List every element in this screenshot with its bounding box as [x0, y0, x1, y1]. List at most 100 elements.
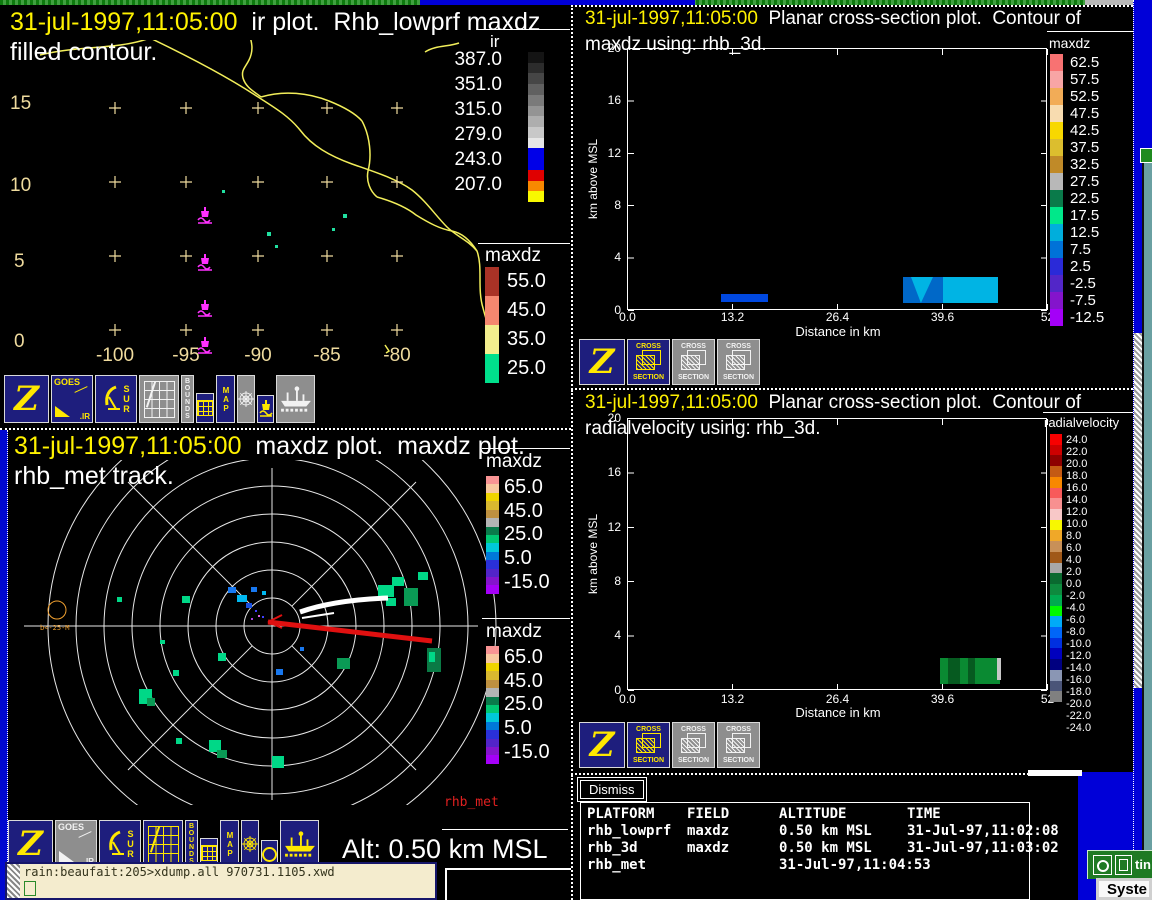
tick-label: 55.0 — [507, 267, 567, 296]
surveillance-radar-button[interactable]: SUR — [99, 820, 141, 868]
surveillance-radar-button[interactable]: SUR — [95, 375, 137, 423]
terminal-scrollbar[interactable] — [7, 864, 20, 898]
buoy-markers — [198, 207, 212, 353]
radar-grid-button[interactable] — [143, 820, 183, 868]
tick-label: 22.0 — [1066, 446, 1126, 458]
map-button[interactable]: MAP — [216, 375, 235, 423]
buoy-button[interactable] — [257, 395, 274, 423]
tick-label: 8 — [589, 179, 621, 231]
colorbar-segment — [1050, 584, 1062, 595]
terminal-command-line: rain:beaufait:205>xdump.all 970731.1105.… — [24, 865, 335, 879]
tick-label: 13.2 — [680, 692, 785, 706]
zebra-logo-button[interactable]: Z — [579, 722, 625, 768]
signal-ray-icon — [74, 386, 87, 393]
ship-button[interactable] — [280, 820, 319, 868]
buoy-icon — [259, 399, 273, 419]
timestamp: 31-jul-1997,11:05:00 — [14, 432, 242, 460]
colorbar-segment — [1050, 606, 1062, 617]
system-window[interactable]: Syste — [1096, 878, 1152, 900]
tick-label: -10.0 — [1066, 638, 1126, 650]
section-label: SECTION — [723, 374, 754, 381]
colorbar-segment — [486, 493, 499, 501]
cross-section-button[interactable]: CROSSSECTION — [717, 722, 760, 768]
panel-title: 31-jul-1997,11:05:00 maxdz plot. maxdz p… — [14, 432, 525, 461]
colorbar-segment — [1050, 648, 1062, 659]
colorbar-segment — [485, 354, 499, 383]
cube-icon — [726, 738, 745, 753]
dismiss-button[interactable]: Dismiss — [580, 780, 644, 799]
signal-ray-icon — [78, 831, 91, 838]
xterm-window[interactable]: rain:beaufait:205>xdump.all 970731.1105.… — [5, 862, 437, 900]
goes-label: GOES — [54, 377, 80, 387]
system-window-title: Syste — [1107, 881, 1147, 898]
colorbar-segment — [1050, 573, 1062, 584]
tick-label: 65.0 — [504, 646, 568, 670]
goes-ir-button[interactable]: GOES .IR — [51, 375, 93, 423]
zebra-logo-button[interactable]: Z — [8, 820, 53, 868]
tick-label: 279.0 — [446, 122, 502, 147]
storm-cells — [117, 572, 441, 768]
bounds-button[interactable]: BOUNDS — [185, 820, 198, 868]
panel-title-line2: filled contour. — [10, 38, 157, 67]
cross-section-button[interactable]: CROSSSECTION — [717, 339, 760, 385]
colorbar-segment — [1050, 638, 1062, 649]
tick-label: -24.0 — [1066, 722, 1126, 734]
colorbar-segment — [1050, 616, 1062, 627]
cross-section-button[interactable]: CROSSSECTION — [672, 339, 715, 385]
radar-rings-button[interactable] — [241, 820, 259, 868]
maxdz-colorbar-2-ticks: 65.045.025.05.0-15.0 — [504, 646, 568, 764]
ir-sublabel: .IR — [80, 412, 90, 421]
radar-rings-button[interactable] — [237, 375, 255, 423]
scan-wedge-inner — [302, 613, 334, 618]
maxdz-colorbar — [1050, 54, 1063, 326]
colorbar-segment — [1050, 207, 1063, 224]
colorbar-segment — [1050, 466, 1062, 477]
range-rings — [24, 460, 496, 805]
colorbar-segment — [486, 501, 499, 509]
window-menu-button[interactable] — [1093, 855, 1112, 875]
white-strip — [1028, 770, 1082, 776]
tick-label: -7.5 — [1070, 292, 1130, 309]
tick-label: 52.5 — [1070, 88, 1130, 105]
goes-ir-button[interactable]: GOES .IR — [55, 820, 97, 868]
cross-section-button-active[interactable]: CROSSSECTION — [627, 339, 670, 385]
zebra-logo-button[interactable]: Z — [4, 375, 49, 423]
colorbar-segment — [486, 543, 499, 551]
map-button[interactable]: MAP — [220, 820, 239, 868]
maxdz-colorbar-label: maxdz — [485, 245, 541, 267]
radialvelocity-colorbar-ticks: 24.022.020.018.016.014.012.010.08.06.04.… — [1066, 434, 1126, 702]
zebra-desktop: 31-jul-1997,11:05:00 ir plot. Rhb_lowprf… — [0, 0, 1152, 900]
tick-label: 4 — [589, 231, 621, 283]
cross-section-button-active[interactable]: CROSSSECTION — [627, 722, 670, 768]
tick-label: 2.0 — [1066, 566, 1126, 578]
panel-title: 31-jul-1997,11:05:00 Planar cross-sectio… — [585, 392, 1081, 414]
colorbar-segment — [486, 569, 499, 577]
tick-label: 26.4 — [785, 310, 890, 324]
ship-button[interactable] — [276, 375, 315, 423]
tin-window-titlebar[interactable]: tin — [1087, 850, 1152, 879]
lat-tick: 15 — [10, 93, 31, 115]
green-window-button[interactable] — [1140, 148, 1152, 163]
map-label: MAP — [222, 386, 230, 413]
colorbar-segment — [1050, 122, 1063, 139]
colorbar-segment — [528, 95, 544, 106]
section-label: SECTION — [633, 374, 664, 381]
window-iconify-button[interactable] — [1115, 855, 1132, 875]
cross-section-button[interactable]: CROSSSECTION — [672, 722, 715, 768]
tick-label: 16 — [589, 74, 621, 126]
radar-grid-button[interactable] — [139, 375, 179, 423]
zebra-logo-button[interactable]: Z — [579, 339, 625, 385]
col-altitude: ALTITUDE — [779, 806, 907, 823]
radar-dish-icon — [106, 828, 126, 860]
tick-label: 62.5 — [1070, 54, 1130, 71]
echo-notch — [911, 277, 933, 303]
col-field: FIELD — [687, 806, 779, 823]
tick-label: -8.0 — [1066, 626, 1126, 638]
x-tick-labels: 0.013.226.439.652 — [575, 310, 1100, 324]
bounds-button[interactable]: BOUNDS — [181, 375, 194, 423]
colorbar-segment — [486, 730, 499, 738]
scrollbar-strip[interactable] — [1134, 333, 1142, 688]
terminal-body[interactable]: rain:beaufait:205>xdump.all 970731.1105.… — [20, 864, 435, 898]
colorbar-segment — [528, 138, 544, 149]
grid-small-button[interactable] — [196, 393, 214, 423]
